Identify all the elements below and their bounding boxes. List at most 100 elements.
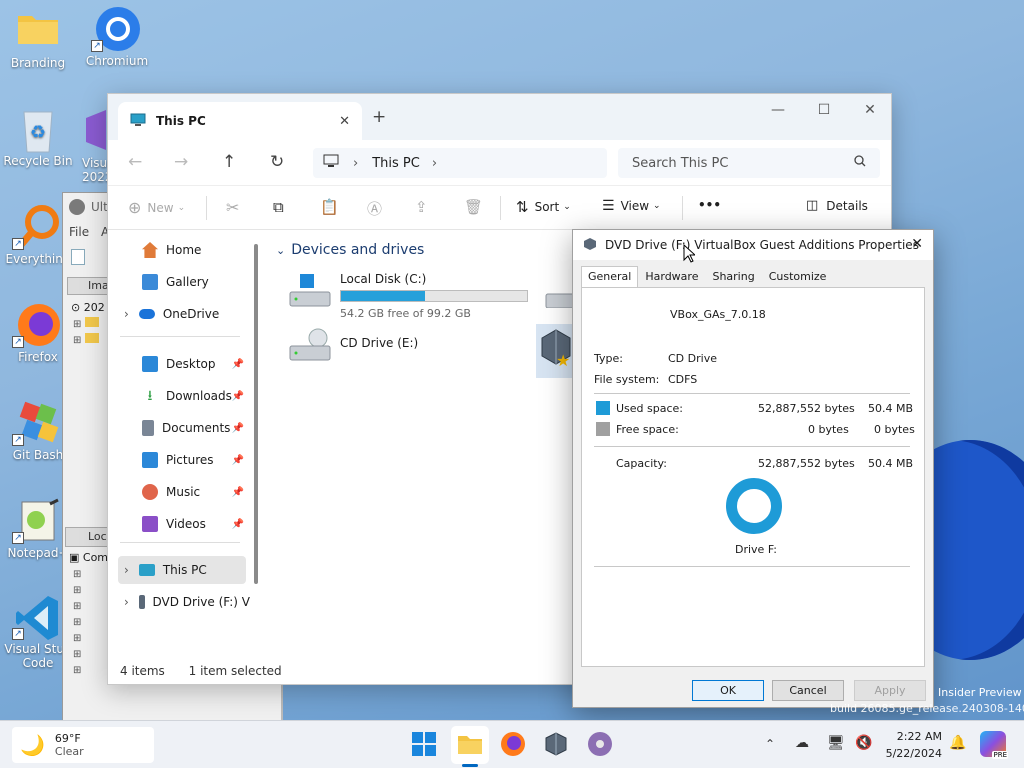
menu-file[interactable]: File xyxy=(69,225,89,239)
chevron-right-icon[interactable]: › xyxy=(124,595,129,609)
taskbar-dvd[interactable] xyxy=(587,731,613,757)
pin-icon[interactable]: 📌 xyxy=(232,519,244,530)
section-header[interactable]: ⌄ Devices and drives xyxy=(276,242,424,258)
properties-dialog[interactable]: DVD Drive (F:) VirtualBox Guest Addition… xyxy=(572,229,934,708)
copy-icon[interactable]: ⧉ xyxy=(273,198,284,216)
pin-icon[interactable]: 📌 xyxy=(232,359,244,370)
show-hidden-icons-chevron-up-icon[interactable]: ⌃ xyxy=(765,737,775,751)
dvd-drive-f-selected[interactable]: ★ xyxy=(536,324,574,378)
network-icon[interactable]: 🖥 xyxy=(827,735,845,751)
tab-this-pc[interactable]: This PC ✕ xyxy=(118,102,362,140)
close-button[interactable]: ✕ xyxy=(860,102,880,122)
desktop-icon xyxy=(142,356,158,372)
close-icon[interactable]: ✕ xyxy=(911,236,923,252)
new-button[interactable]: ⊕ New ⌄ xyxy=(128,198,185,217)
more-options-button[interactable]: ••• xyxy=(698,198,721,212)
forward-arrow-icon[interactable]: → xyxy=(174,152,188,172)
address-bar[interactable]: › This PC › xyxy=(313,148,607,178)
pin-icon[interactable]: 📌 xyxy=(232,487,244,498)
chevron-right-icon[interactable]: › xyxy=(432,156,437,171)
drive-local-disk-c[interactable]: Local Disk (C:) 54.2 GB free of 99.2 GB xyxy=(288,270,538,320)
tree-root[interactable]: ⊙ 202 xyxy=(71,301,105,314)
nav-item-home[interactable]: Home xyxy=(118,236,246,264)
pin-icon[interactable]: 📌 xyxy=(232,455,244,466)
copilot-icon[interactable]: PRE xyxy=(980,731,1008,759)
volume-label-field[interactable]: VBox_GAs_7.0.18 xyxy=(670,308,766,321)
sort-button[interactable]: ⇅ Sort ⌄ xyxy=(516,198,571,216)
up-arrow-icon[interactable]: ↑ xyxy=(222,152,236,172)
nav-label: Pictures xyxy=(166,453,214,467)
nav-item-onedrive[interactable]: › OneDrive xyxy=(118,300,246,328)
nav-item-pictures[interactable]: Pictures 📌 xyxy=(118,446,246,474)
nav-item-documents[interactable]: Documents 📌 xyxy=(118,414,246,442)
delete-icon[interactable]: 🗑 xyxy=(464,198,483,216)
volume-muted-icon[interactable]: 🔇 xyxy=(855,735,872,751)
onedrive-cloud-icon[interactable]: ☁ xyxy=(795,735,809,751)
notification-bell-icon[interactable]: 🔔 xyxy=(949,735,966,751)
nav-item-gallery[interactable]: Gallery xyxy=(118,268,246,296)
address-row: ← → ↑ ↻ › This PC › Search This PC xyxy=(108,140,891,186)
view-button[interactable]: ☰ View ⌄ xyxy=(602,198,661,214)
paste-icon[interactable]: 📋 xyxy=(320,198,339,216)
taskbar-firefox[interactable] xyxy=(500,731,526,757)
desktop-icon-chromium[interactable]: ↗ Chromium xyxy=(79,6,155,68)
toolbar-doc-icon[interactable] xyxy=(71,249,85,265)
details-button[interactable]: ◫ Details xyxy=(806,198,868,213)
weather-widget[interactable]: 🌙 69°F Clear xyxy=(12,727,154,763)
tree-folder-2[interactable]: ⊞ xyxy=(73,333,99,346)
start-button[interactable] xyxy=(411,731,437,757)
apply-button[interactable]: Apply xyxy=(854,680,926,701)
minimize-button[interactable]: — xyxy=(768,102,788,122)
tab-customize[interactable]: Customize xyxy=(762,266,834,287)
back-arrow-icon[interactable]: ← xyxy=(128,152,142,172)
tab-imag[interactable]: Imag xyxy=(67,277,116,295)
drive-partial-icon[interactable] xyxy=(544,276,574,308)
nav-item-downloads[interactable]: ⭳ Downloads 📌 xyxy=(118,382,246,410)
taskbar-virtualbox[interactable] xyxy=(543,731,569,757)
share-icon[interactable]: ⇪ xyxy=(415,198,428,216)
pin-icon[interactable]: 📌 xyxy=(232,423,244,434)
chevron-right-icon[interactable]: › xyxy=(124,563,129,577)
desktop-icon-recycle-bin[interactable]: ♻ Recycle Bin xyxy=(0,106,76,168)
tab-loca[interactable]: Loca xyxy=(65,527,113,547)
cut-icon[interactable]: ✂ xyxy=(226,198,239,217)
folder-icon xyxy=(84,317,99,327)
ok-button[interactable]: OK xyxy=(692,680,764,701)
rename-icon[interactable]: Ⓐ xyxy=(367,198,382,219)
nav-item-dvd-drive[interactable]: › DVD Drive (F:) V xyxy=(118,588,250,616)
clock[interactable]: 2:22 AM 5/22/2024 xyxy=(882,728,942,762)
chevron-right-icon[interactable]: › xyxy=(124,307,129,321)
nav-item-desktop[interactable]: Desktop 📌 xyxy=(118,350,246,378)
tab-sharing[interactable]: Sharing xyxy=(705,266,761,287)
taskbar-file-explorer[interactable] xyxy=(451,726,489,764)
drive-cd-e[interactable]: CD Drive (E:) xyxy=(288,328,488,368)
breadcrumb-this-pc[interactable]: This PC xyxy=(372,156,420,171)
nav-label: This PC xyxy=(162,563,207,577)
nav-item-this-pc[interactable]: › This PC xyxy=(118,556,246,584)
cloud-icon xyxy=(138,309,155,319)
weather-desc: Clear xyxy=(54,745,84,758)
free-space-human: 0 bytes xyxy=(874,423,915,436)
pin-icon[interactable]: 📌 xyxy=(232,391,244,402)
nav-scrollbar[interactable] xyxy=(254,244,258,584)
nav-item-music[interactable]: Music 📌 xyxy=(118,478,246,506)
separator xyxy=(206,196,207,220)
clock-time: 2:22 AM xyxy=(896,730,942,743)
tree-computer[interactable]: ▣ Com xyxy=(69,551,108,564)
tree-folder-1[interactable]: ⊞ xyxy=(73,317,99,330)
desktop-icon-branding[interactable]: Branding xyxy=(0,8,76,70)
desktop-icon-visual-studio[interactable]: Visual 2022 xyxy=(72,108,112,184)
divider xyxy=(594,446,910,447)
search-box[interactable]: Search This PC xyxy=(618,148,880,178)
refresh-icon[interactable]: ↻ xyxy=(270,152,284,172)
tree-drives[interactable]: ⊞ ⊞ ⊞ ⊞ ⊞ ⊞ ⊞ xyxy=(73,567,81,679)
download-icon: ⭳ xyxy=(147,388,153,404)
nav-item-videos[interactable]: Videos 📌 xyxy=(118,510,246,538)
tab-hardware[interactable]: Hardware xyxy=(638,266,705,287)
cancel-button[interactable]: Cancel xyxy=(772,680,844,701)
close-tab-icon[interactable]: ✕ xyxy=(339,114,350,129)
new-tab-button[interactable]: + xyxy=(372,107,386,127)
firefox-icon: ↗ xyxy=(12,302,60,348)
maximize-button[interactable]: ☐ xyxy=(814,102,834,122)
tab-general[interactable]: General xyxy=(581,266,639,287)
